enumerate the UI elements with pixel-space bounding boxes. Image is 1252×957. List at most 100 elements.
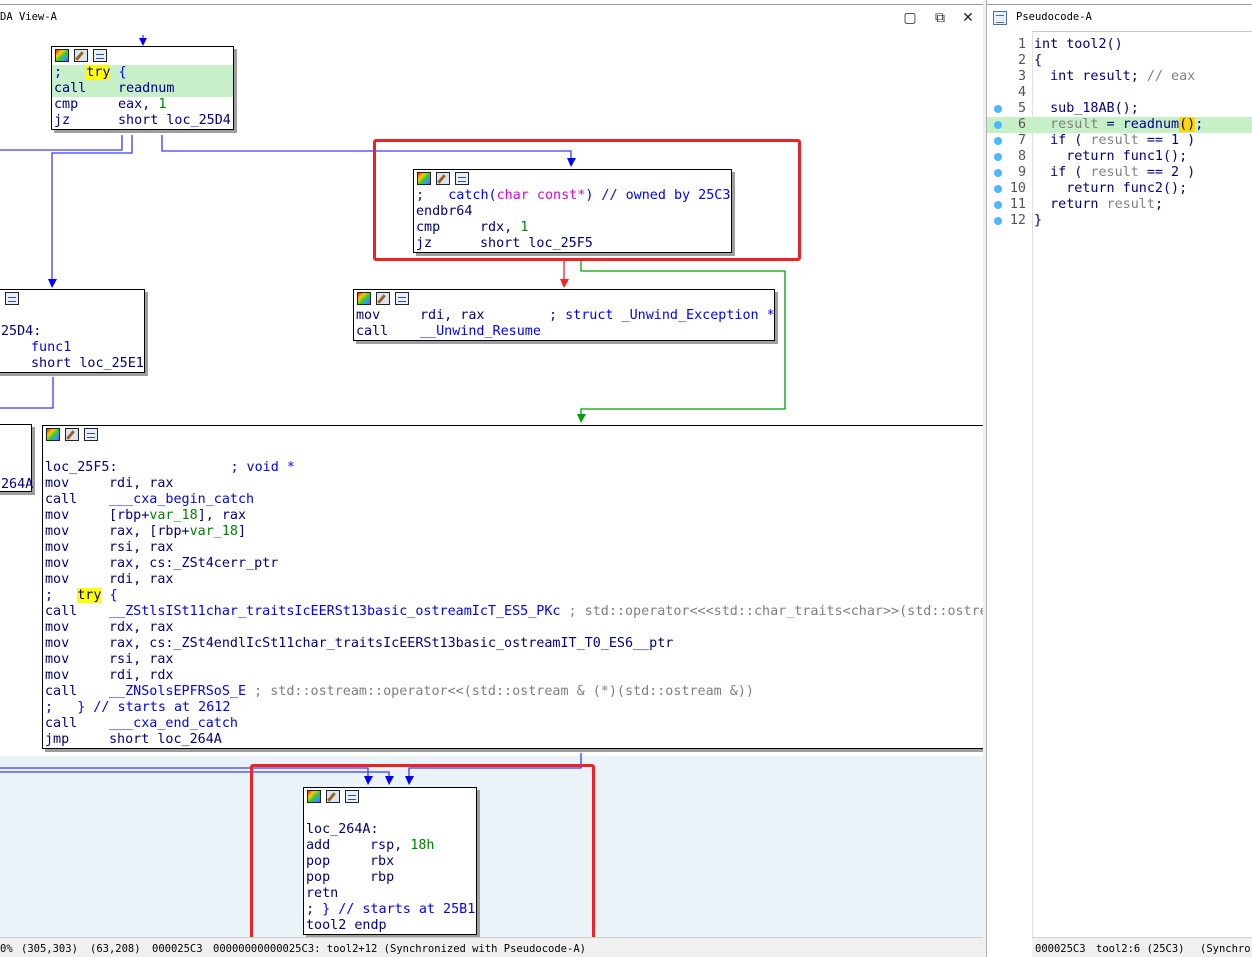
pseudocode-icon [993,11,1007,25]
asm-line[interactable]: call __Unwind_Resume [354,324,774,340]
color-icon[interactable] [357,292,371,305]
asm-line[interactable]: call __ZNSolsEPFRSoS_E ; std::ostream::op… [43,684,983,700]
variable[interactable]: result [1090,165,1138,180]
operand: ___cxa_begin_catch [109,492,255,507]
code-line[interactable]: 10 return func2(); [987,181,1252,197]
asm-line[interactable]: call ___cxa_end_catch [43,716,983,732]
status-coords: (63,208) [90,943,141,955]
arrow-main [577,414,586,423]
pseudocode-statusbar: 000025C3 tool2:6 (25C3) (Synchro [1032,937,1252,957]
asm-line[interactable]: call readnum [52,81,233,97]
arrow-in-top [139,38,147,46]
operand: rdi, rax [420,308,485,323]
group-icon[interactable] [395,292,409,305]
declaration: int result; [1034,69,1139,84]
code-line[interactable]: 9 if ( result == 2 ) [987,165,1252,181]
asm-line[interactable]: mov rsi, rax [43,652,983,668]
variable[interactable]: result [1107,197,1155,212]
asm-line[interactable] [43,444,983,460]
comment-text: // eax [1138,69,1196,84]
operand: readnum [118,81,175,96]
operand: [rbp+ [109,508,150,523]
red-highlight-box-catch [373,139,801,261]
graph-node-left[interactable]: 25D4: func1 short loc_25E1 [0,289,145,373]
maximize-icon[interactable]: ▢ [900,9,920,27]
status-offset: 000025C3 [1035,943,1086,955]
asm-line[interactable]: ; try { [43,588,983,604]
graph-node-try[interactable]: ; try { call readnum cmp eax, 1 jz short lo… [51,46,234,130]
asm-line[interactable]: mov rax, cs:_ZSt4endlIcSt11char_traitsIcE… [43,636,983,652]
function-name[interactable]: readnum [1123,117,1179,132]
color-icon[interactable] [46,428,60,441]
mnemonic: mov [45,620,70,635]
asm-line[interactable]: 25D4: [0,324,144,340]
mnemonic: call [356,324,389,339]
asm-line[interactable]: ; try { [52,65,233,81]
variable[interactable]: result [1090,133,1138,148]
code-line[interactable]: 3 int result; // eax [987,69,1252,85]
asm-line[interactable]: loc_25F5: ; void * [43,460,983,476]
status-zoom: 0% [0,943,13,955]
asm-line[interactable]: ; } // starts at 2612 [43,700,983,716]
asm-line[interactable]: mov rax, cs:_ZSt4cerr_ptr [43,556,983,572]
restore-icon[interactable]: ⧉ [930,9,950,27]
close-icon[interactable]: ✕ [958,9,978,27]
asm-line[interactable]: short loc_25E1 [0,356,144,372]
code-text: } [1034,213,1043,228]
asm-line[interactable]: mov rdx, rax [43,620,983,636]
ida-view-tab[interactable]: DA View-A [0,11,57,23]
code-line[interactable]: 8 return func1(); [987,149,1252,165]
asm-line[interactable]: mov [rbp+var_18], rax [43,508,983,524]
asm-line[interactable]: call ___cxa_begin_catch [43,492,983,508]
group-icon[interactable] [84,428,98,441]
graph-node-left-edge[interactable]: 264A [0,424,33,492]
operand: rdi, rax [109,572,174,587]
edit-icon[interactable] [74,49,88,62]
number: 1 [158,97,167,112]
asm-line[interactable] [0,308,144,324]
variable[interactable]: result [1034,117,1098,132]
operand: short loc_25E1 [31,356,144,371]
code-line[interactable]: 4 [987,85,1252,101]
code-line[interactable]: 5 sub_18AB(); [987,101,1252,117]
asm-line[interactable]: mov rdi, rax [43,476,983,492]
asm-line[interactable]: call __ZStlsISt11char_traitsIcEERSt13basi… [43,604,983,620]
code-line[interactable]: 1 int tool2() [987,37,1252,53]
mnemonic: mov [45,524,70,539]
mnemonic: mov [45,668,70,683]
group-icon[interactable] [93,49,107,62]
brace-text: { [109,588,118,603]
node-header [43,426,983,444]
edit-icon[interactable] [376,292,390,305]
code-text: int result; // eax [1034,69,1195,85]
graph-node-catch-handler[interactable]: loc_25F5: ; void * mov rdi, rax call ___cx… [42,425,983,749]
code-line[interactable]: 11 return result; [987,197,1252,213]
code-line[interactable]: 12} [987,213,1252,229]
color-icon[interactable] [55,49,69,62]
asm-line[interactable]: jmp short loc_264A [43,732,983,748]
graph-canvas[interactable]: ; try { call readnum cmp eax, 1 jz short lo… [0,31,983,937]
variable: var_18 [189,524,238,539]
asm-line[interactable]: cmp eax, 1 [52,97,233,113]
asm-line[interactable]: mov rax, [rbp+var_18] [43,524,983,540]
edit-icon[interactable] [65,428,79,441]
asm-line[interactable]: mov rdi, rax ; struct _Unwind_Exception * [354,308,775,324]
code-line[interactable]: 2{ [987,53,1252,69]
pseudocode-tab[interactable]: Pseudocode-A [1016,11,1092,23]
expression: == 2 ) [1138,165,1196,180]
semicolon: ; [1154,197,1163,212]
operand: rax, cs:_ZSt4endlIcSt11char_traitsIcEERS… [109,636,674,651]
asm-line[interactable]: func1 [0,340,144,356]
code-line-current[interactable]: 6 result = readnum(); [987,117,1252,133]
pseudocode-pane: Pseudocode-A 1 int tool2() 2{ 3 int resul… [986,0,1252,957]
asm-line[interactable]: mov rdi, rdx [43,668,983,684]
group-icon[interactable] [5,292,19,305]
asm-line[interactable]: jz short loc_25D4 [52,113,233,129]
asm-line[interactable]: mov rsi, rax [43,540,983,556]
graph-node-unwind[interactable]: mov rdi, rax ; struct _Unwind_Exception *… [353,289,775,341]
arrow-unwind [560,279,569,288]
code-line[interactable]: 7 if ( result == 1 ) [987,133,1252,149]
mnemonic: jmp [45,732,70,747]
asm-line[interactable]: mov rdi, rax [43,572,983,588]
keyword: if ( [1034,165,1091,180]
